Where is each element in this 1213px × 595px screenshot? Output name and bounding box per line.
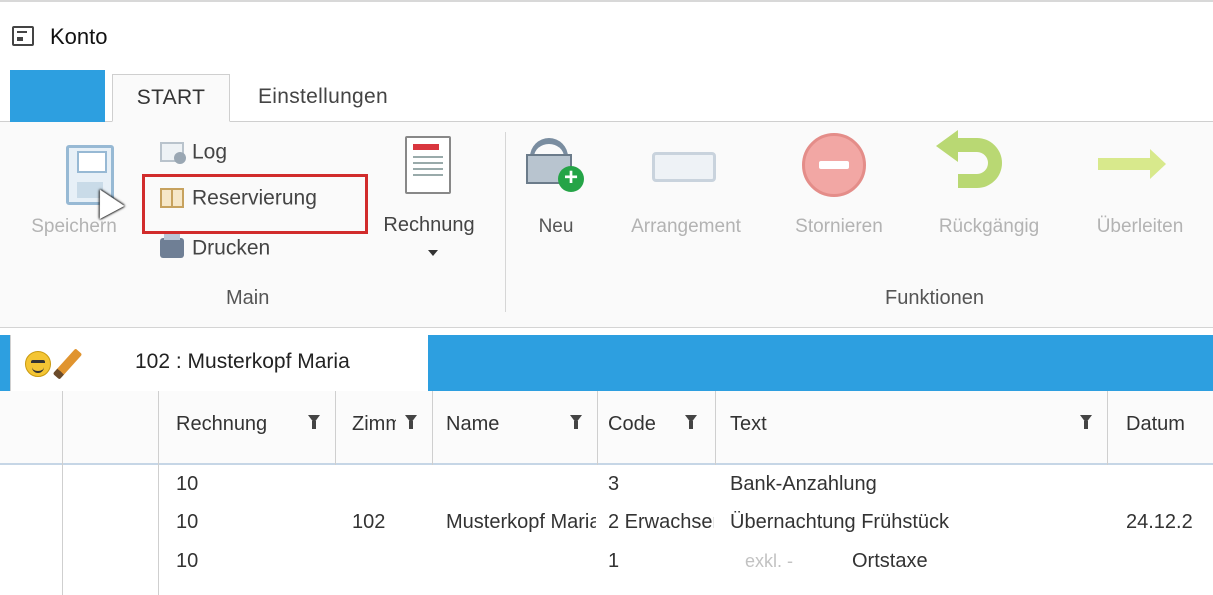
cancel-icon xyxy=(802,133,866,197)
window-titlebar: Konto xyxy=(0,0,1213,70)
cell-text[interactable]: Übernachtung Frühstück xyxy=(730,511,949,534)
chevron-down-icon[interactable] xyxy=(428,250,438,256)
filter-icon[interactable] xyxy=(1080,415,1092,429)
column-header-text[interactable]: Text xyxy=(730,413,790,436)
file-tab[interactable] xyxy=(10,70,105,122)
new-booking-icon[interactable]: + xyxy=(522,138,584,192)
column-header-code[interactable]: Code xyxy=(608,413,658,436)
forward-label: Überleiten xyxy=(1096,216,1184,237)
booking-grid: Rechnung Zimmer Name Code Text Datum 10 … xyxy=(0,391,1213,595)
document-tab[interactable]: 102 : Musterkopf Maria xyxy=(10,335,428,391)
tab-start[interactable]: START xyxy=(112,74,230,122)
cell-code[interactable]: 3 xyxy=(608,473,714,496)
bed-icon xyxy=(652,152,716,182)
log-icon xyxy=(160,142,186,165)
window-title: Konto xyxy=(50,24,108,49)
arrangement-button[interactable]: Arrangement xyxy=(606,216,766,246)
column-header-zimmer[interactable]: Zimmer xyxy=(352,413,396,436)
invoice-button[interactable]: Rechnung xyxy=(368,214,490,244)
cell-zimmer[interactable]: 102 xyxy=(352,511,385,534)
group-label-funktionen: Funktionen xyxy=(885,287,984,309)
cancel-label: Stornieren xyxy=(795,216,883,237)
app-icon xyxy=(12,26,34,46)
group-label-main: Main xyxy=(226,287,270,309)
new-label: Neu xyxy=(538,216,574,237)
cell-name[interactable]: Musterkopf Maria xyxy=(446,511,596,534)
arrow-right-icon xyxy=(1098,149,1166,179)
print-button[interactable]: Drucken xyxy=(160,233,271,270)
save-label: Speichern xyxy=(31,216,117,237)
cell-rechnung[interactable]: 10 xyxy=(176,511,198,534)
invoice-label: Rechnung xyxy=(383,214,475,236)
new-button[interactable]: Neu xyxy=(524,216,588,246)
cell-code[interactable]: 2 Erwachsene xyxy=(608,511,714,534)
highlight-frame xyxy=(142,174,368,234)
cell-code[interactable]: 1 xyxy=(608,550,714,573)
cell-text[interactable]: Bank-Anzahlung xyxy=(730,473,877,496)
guest-smiley-icon xyxy=(25,351,51,377)
filter-icon[interactable] xyxy=(570,415,582,429)
ribbon-tab-row: START Einstellungen xyxy=(0,70,1213,122)
cell-rechnung[interactable]: 10 xyxy=(176,550,198,573)
cell-datum[interactable]: 24.12.2 xyxy=(1126,511,1213,534)
printer-icon xyxy=(160,233,184,259)
cell-rechnung[interactable]: 10 xyxy=(176,473,198,496)
filter-icon[interactable] xyxy=(405,415,417,429)
document-tab-bar: 102 : Musterkopf Maria xyxy=(0,335,1213,391)
pencil-icon[interactable] xyxy=(52,348,83,380)
column-header-name[interactable]: Name xyxy=(446,413,526,436)
column-header-datum[interactable]: Datum xyxy=(1126,413,1213,436)
log-button[interactable]: Log xyxy=(160,140,227,174)
cell-text[interactable]: Ortstaxe xyxy=(852,550,928,573)
tab-einstellungen[interactable]: Einstellungen xyxy=(258,74,418,122)
log-label: Log xyxy=(192,140,228,164)
cancel-button[interactable]: Stornieren xyxy=(774,216,904,246)
filter-icon[interactable] xyxy=(685,415,697,429)
print-label: Drucken xyxy=(192,236,271,260)
document-tab-title: 102 : Musterkopf Maria xyxy=(135,350,350,373)
arrangement-label: Arrangement xyxy=(631,216,741,237)
undo-button[interactable]: Rückgängig xyxy=(910,216,1068,246)
forward-button[interactable]: Überleiten xyxy=(1074,216,1206,246)
column-header-rechnung[interactable]: Rechnung xyxy=(176,413,288,436)
filter-icon[interactable] xyxy=(308,415,320,429)
cell-text-prefix: exkl. - xyxy=(745,551,794,571)
invoice-icon[interactable] xyxy=(405,136,451,194)
undo-label: Rückgängig xyxy=(938,216,1040,237)
group-divider xyxy=(505,132,506,312)
